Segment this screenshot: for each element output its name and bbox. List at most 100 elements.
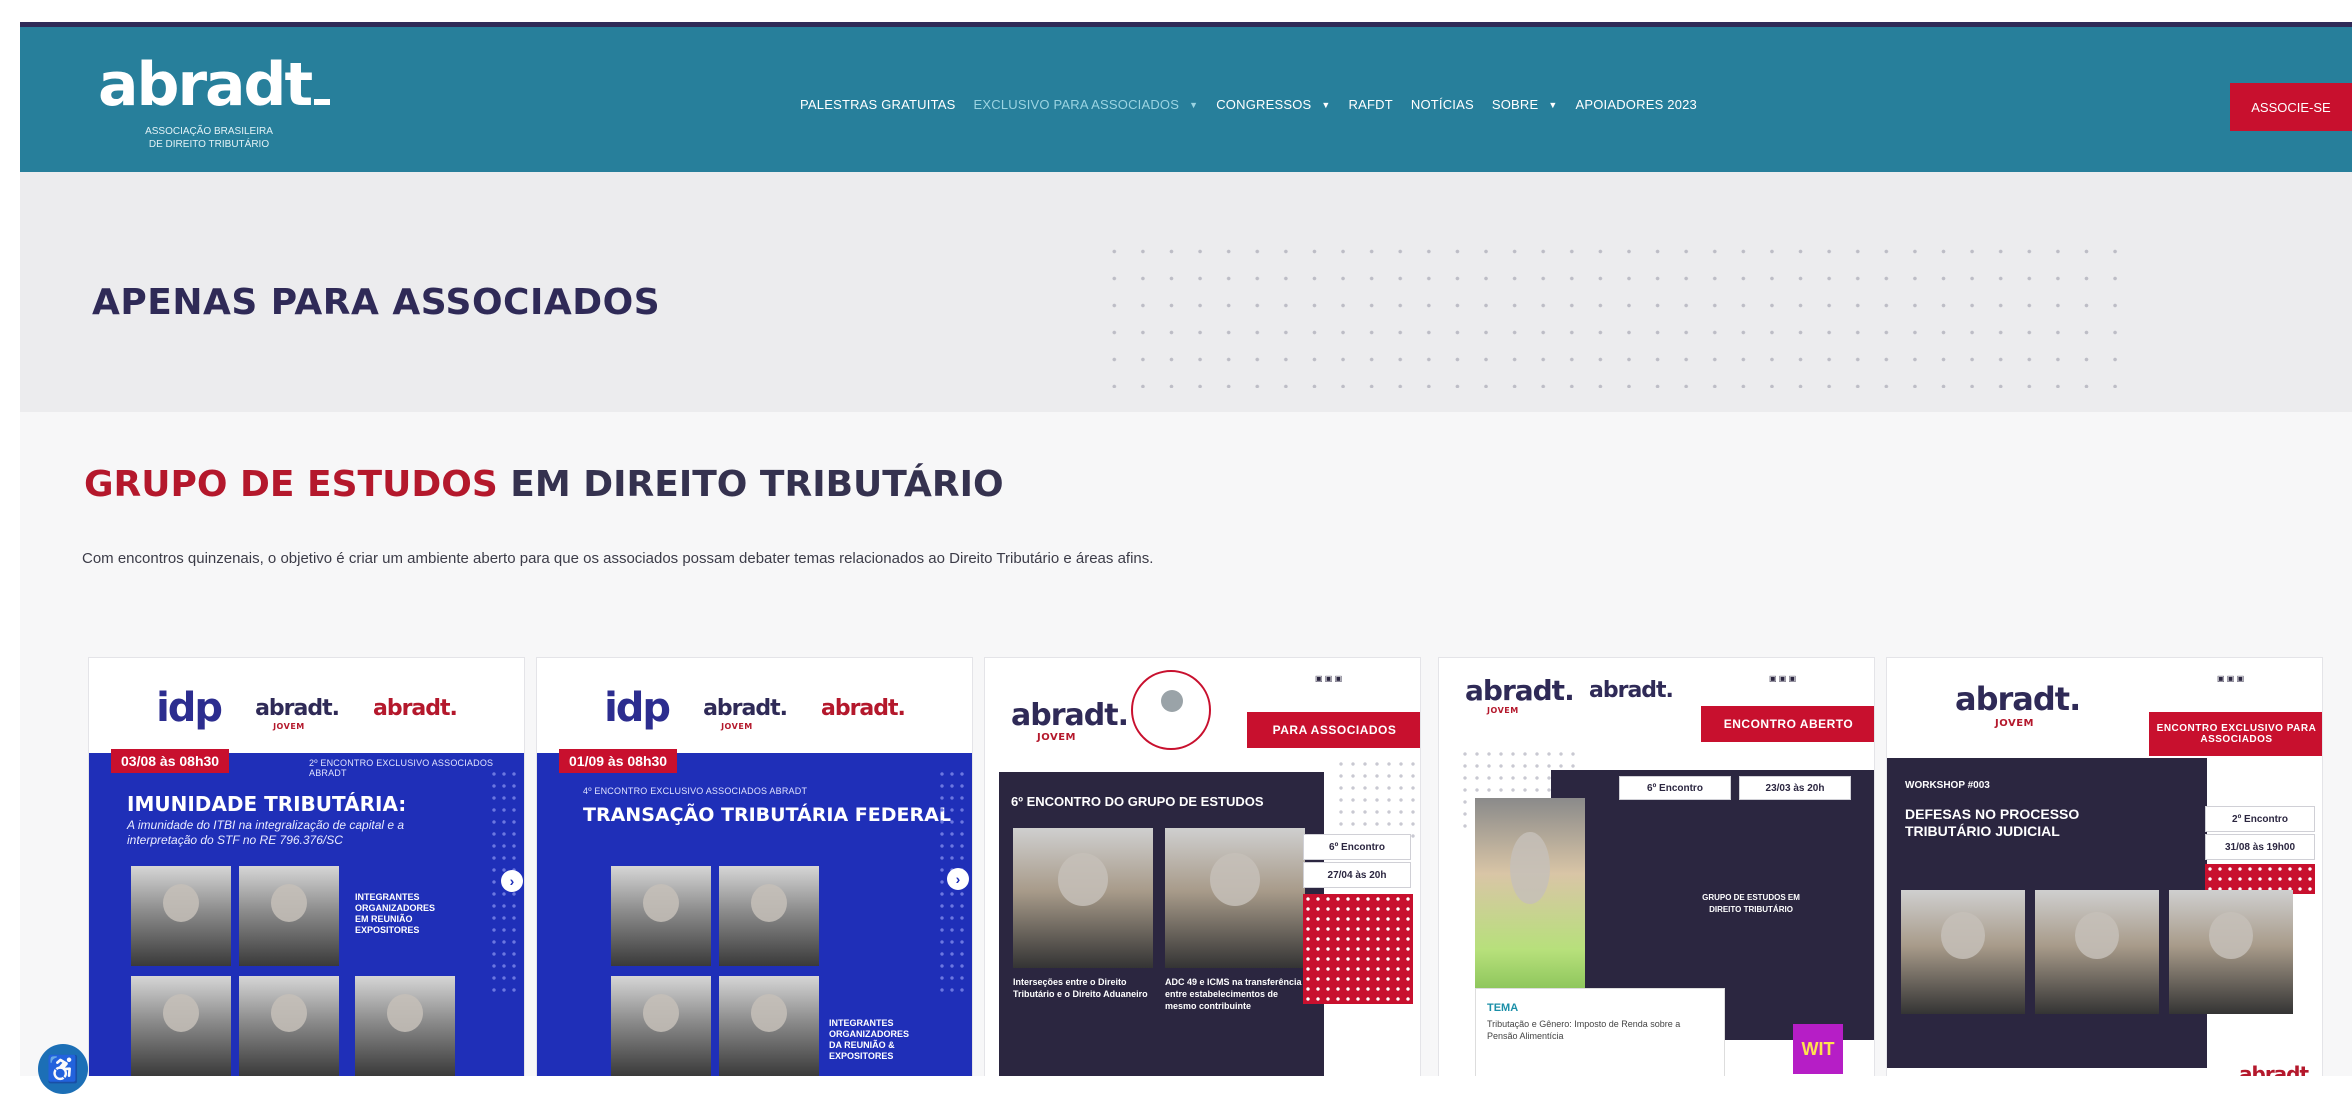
panel-dot-grid (1335, 758, 1415, 838)
main-nav: PALESTRAS GRATUITAS EXCLUSIVO PARA ASSOC… (800, 97, 1697, 112)
speaker-photo (2035, 890, 2159, 1014)
topic-left: Interseções entre o Direito Tributário e… (1013, 977, 1148, 999)
logo-wordmark: abradt (98, 50, 313, 120)
abradt-logo: abradt. (1589, 678, 1674, 703)
nav-label: SOBRE (1491, 97, 1539, 112)
nav-item-exclusivo[interactable]: EXCLUSIVO PARA ASSOCIADOS ▼ (974, 97, 1199, 112)
speaker-photo (1013, 828, 1153, 968)
speaker-photo (1475, 798, 1585, 988)
section-description: Com encontros quinzenais, o objetivo é c… (82, 550, 1154, 567)
associe-se-button[interactable]: ASSOCIE-SE (2230, 83, 2352, 131)
chevron-down-icon: ▼ (1548, 99, 1558, 110)
badge-encontro-aberto: ENCONTRO ABERTO (1701, 706, 1874, 742)
logo-dash (314, 99, 331, 105)
nav-label: CONGRESSOS (1216, 97, 1312, 112)
left-gap (0, 0, 20, 1076)
event-card-2[interactable]: idp abradt. JOVEM abradt. 01/09 às 08h30 … (536, 657, 973, 1076)
speaker-photo (1901, 890, 2025, 1014)
nav-item-sobre[interactable]: SOBRE ▼ (1492, 97, 1558, 112)
topic-right: ADC 49 e ICMS na transferência entre est… (1165, 977, 1302, 1011)
tema-text: Tributação e Gênero: Imposto de Renda so… (1487, 1019, 1681, 1041)
nav-item-noticias[interactable]: NOTÍCIAS (1411, 97, 1474, 112)
section-title-rest: EM DIREITO TRIBUTÁRIO (497, 464, 1004, 505)
card-logos: idp abradt. JOVEM abradt. (89, 678, 524, 738)
abradt-jovem-logo: abradt. JOVEM (255, 695, 340, 731)
decorative-dot-grid (1100, 238, 2140, 388)
workshop-label: WORKSHOP #003 (1905, 780, 1990, 791)
site-logo[interactable]: abradt ASSOCIAÇÃO BRASILEIRA DE DIREITO … (98, 55, 338, 155)
event-card-1[interactable]: idp abradt. JOVEM abradt. 03/08 às 08h30 … (88, 657, 525, 1076)
nav-label: NOTÍCIAS (1410, 97, 1474, 112)
speaker-photo (1165, 828, 1305, 968)
nav-label: PALESTRAS GRATUITAS (800, 97, 956, 112)
speaker-photo (2169, 890, 2293, 1014)
circle-caption: GRUPO DE ESTUDOS EM DIREITO TRIBUTÁRIO (1702, 893, 1800, 914)
badge-exclusivo: ENCONTRO EXCLUSIVO PARA ASSOCIADOS (2149, 712, 2322, 756)
nav-label: EXCLUSIVO PARA ASSOCIADOS (973, 97, 1180, 112)
abradt-logo: abradt. (372, 695, 458, 721)
event-card-4[interactable]: abradt. JOVEM abradt. ▣ ▣ ▣ ENCONTRO ABER… (1438, 657, 1875, 1076)
speaker-photo (719, 976, 819, 1076)
nav-label: RAFDT (1348, 97, 1393, 112)
speaker-photo (611, 976, 711, 1076)
organizers-label: INTEGRANTES ORGANIZADORES DA REUNIÃO & E… (829, 1018, 910, 1061)
abradt-footer-logo: abradt. (2239, 1062, 2316, 1076)
encontro-number: 6º Encontro (1303, 834, 1411, 860)
top-strip (0, 0, 2352, 22)
arrow-right-icon[interactable]: › (501, 870, 523, 892)
arrow-right-icon[interactable]: › (947, 868, 969, 890)
nav-label: APOIADORES 2023 (1575, 97, 1697, 112)
event-title: IMUNIDADE TRIBUTÁRIA: (127, 792, 407, 816)
wit-logo: WIT (1793, 1024, 1843, 1074)
nav-item-rafdt[interactable]: RAFDT (1349, 97, 1393, 112)
event-date: 03/08 às 08h30 (111, 749, 230, 773)
social-icons: ▣ ▣ ▣ (1315, 674, 1343, 683)
hero-banner: APENAS PARA ASSOCIADOS (20, 172, 2352, 412)
site-header: abradt ASSOCIAÇÃO BRASILEIRA DE DIREITO … (20, 22, 2352, 172)
section-title-accent: GRUPO DE ESTUDOS (84, 464, 498, 505)
page-title: APENAS PARA ASSOCIADOS (92, 282, 661, 323)
speaker-photo (131, 866, 231, 966)
encontro-date: 31/08 às 19h00 (2205, 834, 2315, 860)
chevron-down-icon: ▼ (1189, 99, 1199, 110)
event-card-5[interactable]: abradt. JOVEM ▣ ▣ ▣ ENCONTRO EXCLUSIVO PA… (1886, 657, 2323, 1076)
abradt-jovem-logo: abradt. JOVEM (1011, 698, 1129, 743)
abradt-jovem-logo: abradt. JOVEM (1955, 680, 2081, 729)
section-title: GRUPO DE ESTUDOS EM DIREITO TRIBUTÁRIO (84, 464, 1004, 505)
nav-item-congressos[interactable]: CONGRESSOS ▼ (1216, 97, 1330, 112)
badge-para-associados: PARA ASSOCIADOS (1247, 712, 1420, 748)
speaker-photo (355, 976, 455, 1076)
speaker-photo (239, 976, 339, 1076)
event-date: 01/09 às 08h30 (559, 749, 678, 773)
event-description: A imunidade do ITBI na integralização de… (127, 818, 405, 847)
accessibility-icon[interactable]: ♿ (38, 1044, 88, 1094)
encontro-date: 23/03 às 20h (1739, 776, 1851, 800)
logo-subtitle: ASSOCIAÇÃO BRASILEIRA DE DIREITO TRIBUTÁ… (145, 126, 273, 150)
encontro-number: 2º Encontro (2205, 806, 2315, 832)
event-title: TRANSAÇÃO TRIBUTÁRIA FEDERAL (583, 804, 951, 826)
speaker-photo (719, 866, 819, 966)
chevron-down-icon: ▼ (1321, 99, 1331, 110)
event-card-3[interactable]: abradt. JOVEM ▣ ▣ ▣ PARA ASSOCIADOS 6º EN… (984, 657, 1421, 1076)
idp-logo: idp (604, 685, 671, 731)
encontro-number: 6º Encontro (1619, 776, 1731, 800)
abradt-jovem-logo: abradt. JOVEM (703, 695, 788, 731)
event-subtitle: 4º ENCONTRO EXCLUSIVO ASSOCIADOS ABRADT (583, 786, 808, 796)
organizers-label: INTEGRANTES ORGANIZADORES EM REUNIÃO EXP… (355, 892, 436, 935)
tema-label: TEMA (1487, 1002, 1519, 1014)
event-heading: 6º ENCONTRO DO GRUPO DE ESTUDOS (1011, 794, 1264, 809)
encontro-date: 27/04 às 20h (1303, 862, 1411, 888)
nav-item-apoiadores[interactable]: APOIADORES 2023 (1575, 97, 1697, 112)
speaker-photo (131, 976, 231, 1076)
card-logos: idp abradt. JOVEM abradt. (537, 678, 972, 738)
social-icons: ▣ ▣ ▣ (2217, 674, 2245, 683)
social-icons: ▣ ▣ ▣ (1769, 674, 1797, 683)
idp-logo: idp (156, 685, 223, 731)
seal-logo (1131, 670, 1211, 750)
speaker-photo (611, 866, 711, 966)
abradt-jovem-logo: abradt. JOVEM (1465, 674, 1575, 715)
event-title: DEFESAS NO PROCESSO TRIBUTÁRIO JUDICIAL (1905, 806, 2080, 839)
nav-item-palestras[interactable]: PALESTRAS GRATUITAS (800, 97, 956, 112)
decorative-red-grid (1303, 894, 1413, 1004)
speaker-photo (239, 866, 339, 966)
